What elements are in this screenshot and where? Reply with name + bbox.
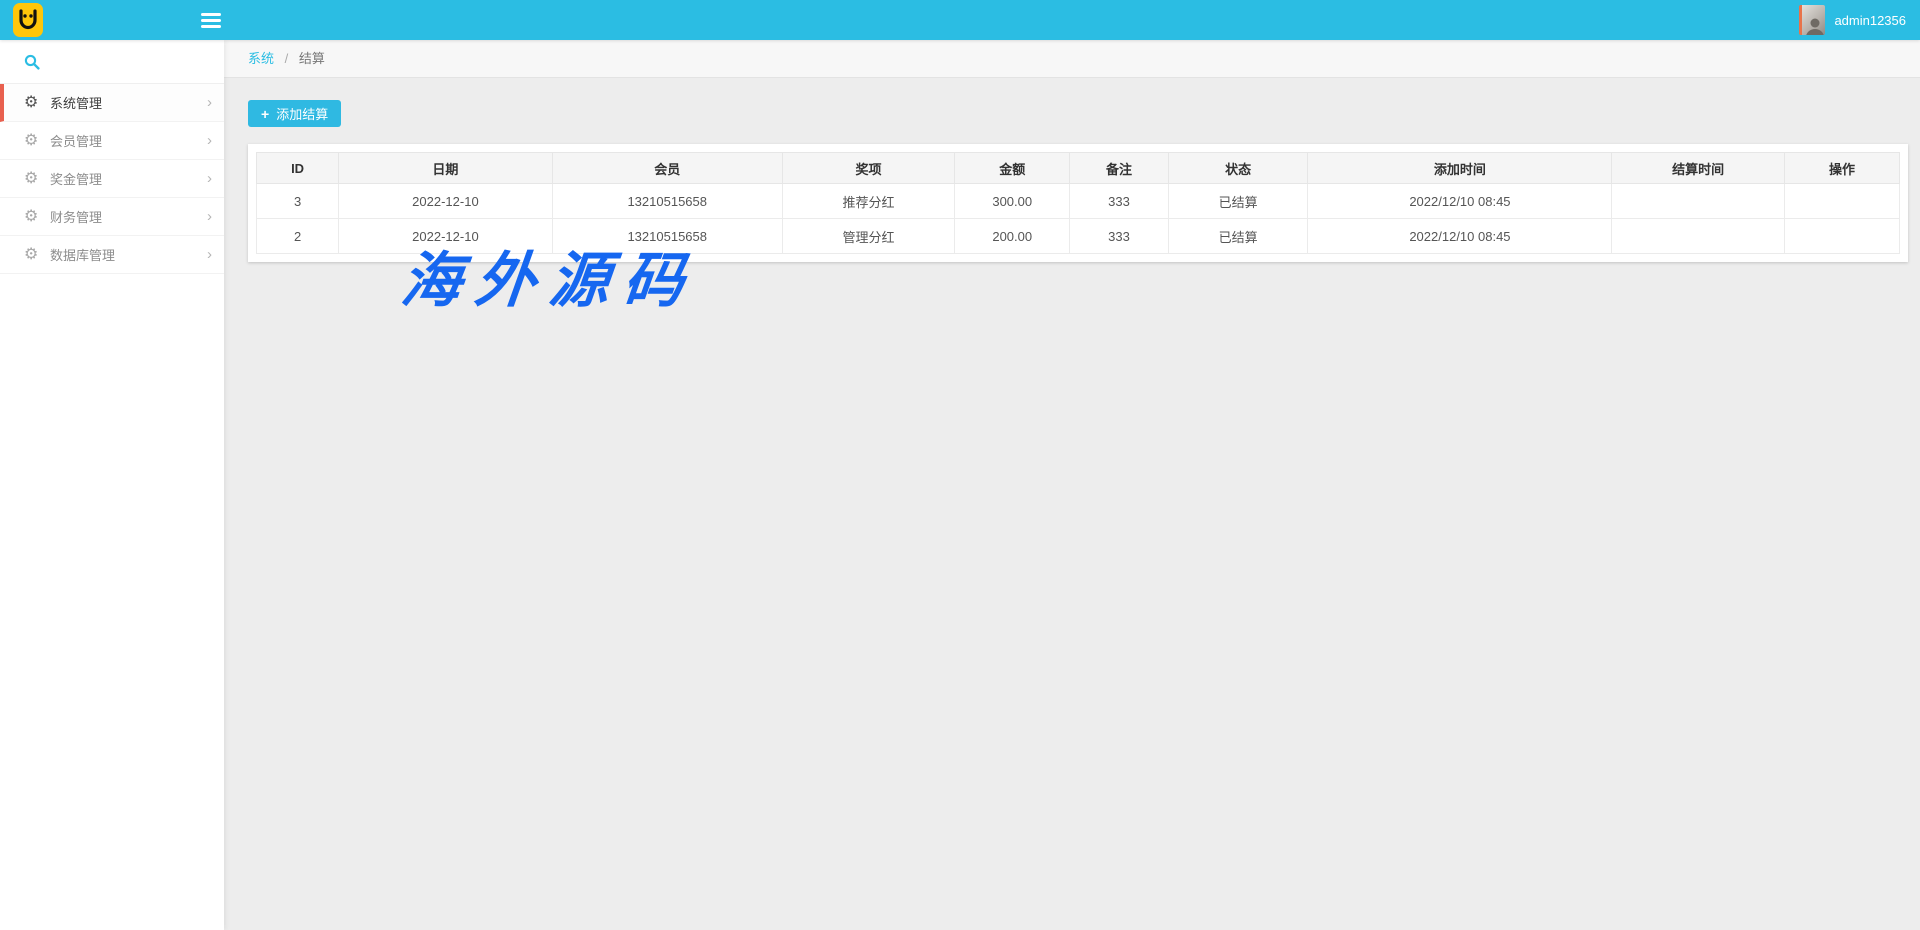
table-cell: 13210515658 bbox=[552, 184, 782, 219]
smiley-face-icon bbox=[16, 7, 40, 33]
table-cell bbox=[1612, 184, 1785, 219]
table-cell: 200.00 bbox=[955, 219, 1070, 254]
column-header: 结算时间 bbox=[1612, 153, 1785, 184]
search-icon bbox=[24, 54, 40, 70]
column-header: 金额 bbox=[955, 153, 1070, 184]
table-cell: 2022-12-10 bbox=[339, 219, 553, 254]
breadcrumb: 系统 / 结算 bbox=[224, 40, 1920, 78]
sidebar: ⚙系统管理›⚙会员管理›⚙奖金管理›⚙财务管理›⚙数据库管理› bbox=[0, 40, 224, 930]
app-logo[interactable] bbox=[13, 3, 43, 37]
breadcrumb-separator: / bbox=[285, 51, 289, 66]
table-panel: ID日期会员奖项金额备注状态添加时间结算时间操作 32022-12-101321… bbox=[248, 144, 1908, 262]
gear-icon: ⚙ bbox=[24, 133, 50, 149]
sidebar-item[interactable]: ⚙系统管理› bbox=[0, 84, 224, 122]
chevron-right-icon: › bbox=[207, 246, 212, 263]
sidebar-search[interactable] bbox=[0, 40, 224, 84]
chevron-right-icon: › bbox=[207, 208, 212, 225]
settlement-table: ID日期会员奖项金额备注状态添加时间结算时间操作 32022-12-101321… bbox=[256, 152, 1900, 254]
sidebar-menu: ⚙系统管理›⚙会员管理›⚙奖金管理›⚙财务管理›⚙数据库管理› bbox=[0, 84, 224, 274]
column-header: 状态 bbox=[1168, 153, 1308, 184]
sidebar-item[interactable]: ⚙财务管理› bbox=[0, 198, 224, 236]
column-header: 备注 bbox=[1070, 153, 1169, 184]
sidebar-toggle-hamburger-icon[interactable] bbox=[190, 0, 232, 40]
table-cell: 333 bbox=[1070, 184, 1169, 219]
table-row: 22022-12-1013210515658管理分红200.00333已结算20… bbox=[257, 219, 1900, 254]
sidebar-item[interactable]: ⚙数据库管理› bbox=[0, 236, 224, 274]
chevron-right-icon: › bbox=[207, 170, 212, 187]
table-cell: 300.00 bbox=[955, 184, 1070, 219]
gear-icon: ⚙ bbox=[24, 171, 50, 187]
table-cell: 3 bbox=[257, 184, 339, 219]
table-cell: 2022-12-10 bbox=[339, 184, 553, 219]
table-body: 32022-12-1013210515658推荐分红300.00333已结算20… bbox=[257, 184, 1900, 254]
sidebar-item[interactable]: ⚙会员管理› bbox=[0, 122, 224, 160]
table-header-row: ID日期会员奖项金额备注状态添加时间结算时间操作 bbox=[257, 153, 1900, 184]
breadcrumb-current-page: 结算 bbox=[299, 51, 325, 66]
column-header: ID bbox=[257, 153, 339, 184]
chevron-right-icon: › bbox=[207, 94, 212, 111]
avatar bbox=[1799, 5, 1825, 35]
column-header: 奖项 bbox=[782, 153, 955, 184]
sidebar-item-label: 奖金管理 bbox=[50, 169, 207, 188]
gear-icon: ⚙ bbox=[24, 95, 50, 111]
username-label: admin12356 bbox=[1834, 13, 1906, 28]
table-cell bbox=[1784, 184, 1899, 219]
sidebar-item-label: 财务管理 bbox=[50, 207, 207, 226]
main-area: 系统 / 结算 + 添加结算 ID日期会员奖项金额备注状态添加时间结算时间操作 … bbox=[224, 40, 1920, 930]
sidebar-item-label: 数据库管理 bbox=[50, 245, 207, 264]
sidebar-item[interactable]: ⚙奖金管理› bbox=[0, 160, 224, 198]
table-cell bbox=[1612, 219, 1785, 254]
table-cell: 333 bbox=[1070, 219, 1169, 254]
add-settlement-button[interactable]: + 添加结算 bbox=[248, 100, 341, 127]
table-cell: 2022/12/10 08:45 bbox=[1308, 184, 1612, 219]
gear-icon: ⚙ bbox=[24, 209, 50, 225]
user-menu[interactable]: admin12356 bbox=[1799, 0, 1906, 40]
table-cell bbox=[1784, 219, 1899, 254]
table-cell: 13210515658 bbox=[552, 219, 782, 254]
gear-icon: ⚙ bbox=[24, 247, 50, 263]
table-row: 32022-12-1013210515658推荐分红300.00333已结算20… bbox=[257, 184, 1900, 219]
table-cell: 已结算 bbox=[1168, 184, 1308, 219]
column-header: 添加时间 bbox=[1308, 153, 1612, 184]
column-header: 日期 bbox=[339, 153, 553, 184]
column-header: 会员 bbox=[552, 153, 782, 184]
table-cell: 2 bbox=[257, 219, 339, 254]
avatar-placeholder bbox=[1804, 15, 1825, 35]
top-bar: admin12356 bbox=[0, 0, 1920, 40]
table-cell: 推荐分红 bbox=[782, 184, 955, 219]
plus-icon: + bbox=[261, 107, 269, 121]
breadcrumb-section-link[interactable]: 系统 bbox=[248, 51, 274, 66]
table-cell: 2022/12/10 08:45 bbox=[1308, 219, 1612, 254]
chevron-right-icon: › bbox=[207, 132, 212, 149]
content-area: + 添加结算 ID日期会员奖项金额备注状态添加时间结算时间操作 32022-12… bbox=[224, 78, 1920, 262]
table-cell: 已结算 bbox=[1168, 219, 1308, 254]
sidebar-item-label: 会员管理 bbox=[50, 131, 207, 150]
table-cell: 管理分红 bbox=[782, 219, 955, 254]
sidebar-item-label: 系统管理 bbox=[50, 93, 207, 112]
add-settlement-button-label: 添加结算 bbox=[276, 104, 328, 123]
column-header: 操作 bbox=[1784, 153, 1899, 184]
